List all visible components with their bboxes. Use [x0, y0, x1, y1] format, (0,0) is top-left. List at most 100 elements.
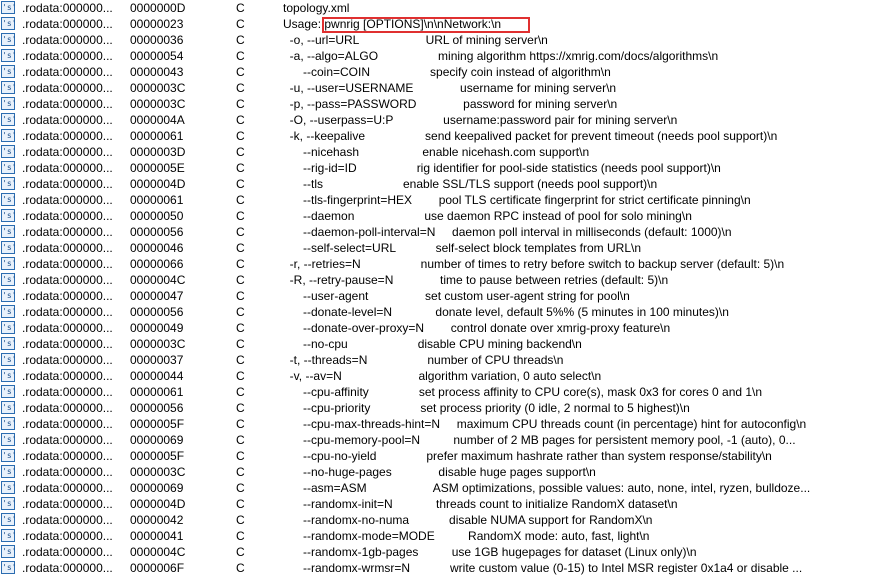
- string-row[interactable]: 's' .rodata:000000... 0000005F C --cpu-max-…: [0, 416, 874, 432]
- type-cell: C: [236, 33, 245, 47]
- string-row[interactable]: 's' .rodata:000000... 0000004C C -R, --retr…: [0, 272, 874, 288]
- string-literal-icon: 's': [1, 321, 17, 334]
- string-literal-icon: 's': [1, 385, 17, 398]
- string-cell: -o, --url=URL URL of mining server\n: [283, 33, 548, 47]
- string-literal-icon: 's': [1, 449, 17, 462]
- string-cell: --asm=ASM ASM optimizations, possible va…: [283, 481, 811, 495]
- length-cell: 0000000D: [130, 1, 186, 15]
- string-cell: --randomx-mode=MODE RandomX mode: auto, …: [283, 529, 650, 543]
- string-row[interactable]: 's' .rodata:000000... 0000004D C --tls enab…: [0, 176, 874, 192]
- length-cell: 0000004C: [130, 545, 186, 559]
- type-cell: C: [236, 97, 245, 111]
- type-cell: C: [236, 497, 245, 511]
- address-cell: .rodata:000000...: [22, 209, 113, 223]
- type-cell: C: [236, 49, 245, 63]
- string-row[interactable]: 's' .rodata:000000... 00000056 C --daemon-p…: [0, 224, 874, 240]
- string-cell: -p, --pass=PASSWORD password for mining …: [283, 97, 618, 111]
- address-cell: .rodata:000000...: [22, 241, 113, 255]
- string-row[interactable]: 's' .rodata:000000... 00000056 C --donate-l…: [0, 304, 874, 320]
- string-cell: --user-agent set custom user-agent strin…: [283, 289, 630, 303]
- type-cell: C: [236, 369, 245, 383]
- string-literal-icon: 's': [1, 113, 17, 126]
- address-cell: .rodata:000000...: [22, 65, 113, 79]
- string-cell: --randomx-wrmsr=N write custom value (0-…: [283, 561, 803, 575]
- string-cell: --tls enable SSL/TLS support (needs pool…: [283, 177, 658, 191]
- string-row[interactable]: 's' .rodata:000000... 00000056 C --cpu-prio…: [0, 400, 874, 416]
- type-cell: C: [236, 177, 245, 191]
- string-cell: --daemon use daemon RPC instead of pool …: [283, 209, 692, 223]
- string-cell: -a, --algo=ALGO mining algorithm https:/…: [283, 49, 719, 63]
- string-literal-icon: 's': [1, 17, 17, 30]
- string-row[interactable]: 's' .rodata:000000... 00000069 C --cpu-memo…: [0, 432, 874, 448]
- address-cell: .rodata:000000...: [22, 321, 113, 335]
- type-cell: C: [236, 129, 245, 143]
- string-cell: Usage: pwnrig [OPTIONS]\n\nNetwork:\n: [283, 17, 502, 31]
- string-row[interactable]: 's' .rodata:000000... 00000061 C --cpu-affi…: [0, 384, 874, 400]
- string-row[interactable]: 's' .rodata:000000... 0000005E C --rig-id=I…: [0, 160, 874, 176]
- string-literal-icon: 's': [1, 241, 17, 254]
- string-row[interactable]: 's' .rodata:000000... 00000044 C -v, --av=N…: [0, 368, 874, 384]
- type-cell: C: [236, 321, 245, 335]
- string-row[interactable]: 's' .rodata:000000... 0000003C C --no-cpu d…: [0, 336, 874, 352]
- string-row[interactable]: 's' .rodata:000000... 00000023 C Usage: pwnr…: [0, 16, 874, 32]
- string-row[interactable]: 's' .rodata:000000... 00000050 C --daemon u…: [0, 208, 874, 224]
- string-row[interactable]: 's' .rodata:000000... 0000000D Ctopology.xm…: [0, 0, 874, 16]
- length-cell: 00000054: [130, 49, 184, 63]
- string-row[interactable]: 's' .rodata:000000... 00000066 C -r, --retr…: [0, 256, 874, 272]
- length-cell: 00000050: [130, 209, 184, 223]
- address-cell: .rodata:000000...: [22, 369, 113, 383]
- string-cell: -k, --keepalive send keepalived packet f…: [283, 129, 778, 143]
- address-cell: .rodata:000000...: [22, 385, 113, 399]
- string-row[interactable]: 's' .rodata:000000... 00000043 C --coin=COI…: [0, 64, 874, 80]
- string-cell: --rig-id=ID rig identifier for pool-side…: [283, 161, 721, 175]
- string-row[interactable]: 's' .rodata:000000... 0000004C C --randomx-…: [0, 544, 874, 560]
- string-row[interactable]: 's' .rodata:000000... 0000003C C -u, --user…: [0, 80, 874, 96]
- string-row[interactable]: 's' .rodata:000000... 00000061 C -k, --keep…: [0, 128, 874, 144]
- string-row[interactable]: 's' .rodata:000000... 00000069 C --asm=ASM …: [0, 480, 874, 496]
- string-literal-icon: 's': [1, 225, 17, 238]
- length-cell: 00000061: [130, 385, 184, 399]
- type-cell: C: [236, 17, 245, 31]
- string-cell: --cpu-max-threads-hint=N maximum CPU thr…: [283, 417, 807, 431]
- string-literal-icon: 's': [1, 145, 17, 158]
- string-row[interactable]: 's' .rodata:000000... 00000036 C -o, --url=…: [0, 32, 874, 48]
- string-literal-icon: 's': [1, 65, 17, 78]
- string-cell: --randomx-no-numa disable NUMA support f…: [283, 513, 653, 527]
- strings-list: 's' .rodata:000000... 0000000D Ctopology.xm…: [0, 0, 874, 576]
- string-row[interactable]: 's' .rodata:000000... 0000004D C --randomx-…: [0, 496, 874, 512]
- length-cell: 00000047: [130, 289, 184, 303]
- length-cell: 0000005F: [130, 449, 185, 463]
- string-cell: --daemon-poll-interval=N daemon poll int…: [283, 225, 732, 239]
- string-cell: -r, --retries=N number of times to retry…: [283, 257, 785, 271]
- length-cell: 00000056: [130, 401, 184, 415]
- string-literal-icon: 's': [1, 513, 17, 526]
- string-row[interactable]: 's' .rodata:000000... 00000047 C --user-age…: [0, 288, 874, 304]
- string-row[interactable]: 's' .rodata:000000... 00000037 C -t, --thre…: [0, 352, 874, 368]
- string-row[interactable]: 's' .rodata:000000... 00000054 C -a, --algo…: [0, 48, 874, 64]
- string-row[interactable]: 's' .rodata:000000... 00000061 C --tls-fing…: [0, 192, 874, 208]
- string-row[interactable]: 's' .rodata:000000... 0000006F C --randomx-…: [0, 560, 874, 576]
- string-cell: --cpu-no-yield prefer maximum hashrate r…: [283, 449, 772, 463]
- string-row[interactable]: 's' .rodata:000000... 00000042 C --randomx-…: [0, 512, 874, 528]
- string-literal-icon: 's': [1, 97, 17, 110]
- type-cell: C: [236, 561, 245, 575]
- string-row[interactable]: 's' .rodata:000000... 0000005F C --cpu-no-y…: [0, 448, 874, 464]
- string-cell: --donate-over-proxy=N control donate ove…: [283, 321, 671, 335]
- length-cell: 0000003C: [130, 97, 186, 111]
- string-row[interactable]: 's' .rodata:000000... 00000049 C --donate-o…: [0, 320, 874, 336]
- string-row[interactable]: 's' .rodata:000000... 0000003D C --nicehash…: [0, 144, 874, 160]
- address-cell: .rodata:000000...: [22, 257, 113, 271]
- type-cell: C: [236, 257, 245, 271]
- string-row[interactable]: 's' .rodata:000000... 0000003C C -p, --pass…: [0, 96, 874, 112]
- length-cell: 00000061: [130, 129, 184, 143]
- string-row[interactable]: 's' .rodata:000000... 00000041 C --randomx-…: [0, 528, 874, 544]
- length-cell: 00000046: [130, 241, 184, 255]
- string-row[interactable]: 's' .rodata:000000... 0000004A C -O, --user…: [0, 112, 874, 128]
- address-cell: .rodata:000000...: [22, 273, 113, 287]
- address-cell: .rodata:000000...: [22, 337, 113, 351]
- string-row[interactable]: 's' .rodata:000000... 00000046 C --self-sel…: [0, 240, 874, 256]
- string-row[interactable]: 's' .rodata:000000... 0000003C C --no-huge-…: [0, 464, 874, 480]
- length-cell: 00000056: [130, 305, 184, 319]
- type-cell: C: [236, 273, 245, 287]
- type-cell: C: [236, 145, 245, 159]
